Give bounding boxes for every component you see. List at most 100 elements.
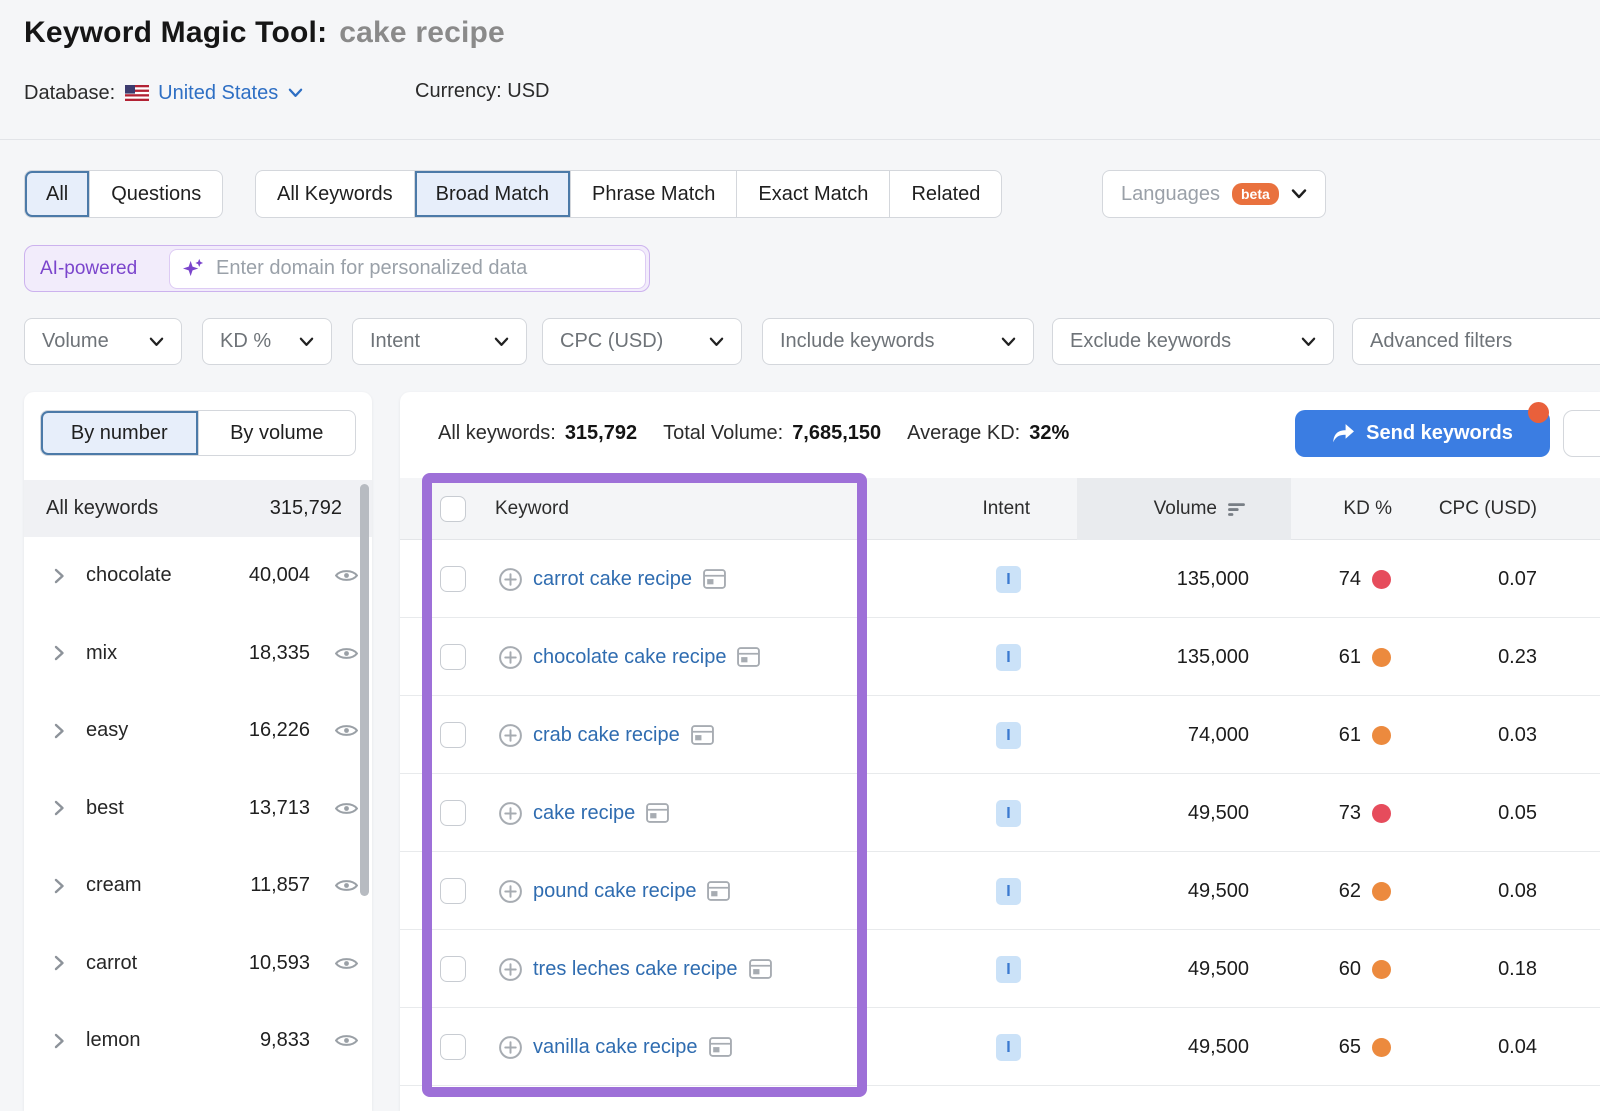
currency-label: Currency: USD: [415, 80, 549, 103]
column-header-keyword[interactable]: Keyword: [495, 478, 569, 540]
add-keyword-icon[interactable]: [498, 1035, 523, 1060]
keyword-link[interactable]: pound cake recipe: [533, 880, 696, 903]
volume-header-label: Volume: [1154, 498, 1217, 520]
sidebar-item-carrot[interactable]: carrot 10,593: [24, 925, 372, 1003]
kd-dot: [1372, 570, 1391, 589]
serp-features-icon[interactable]: [703, 569, 726, 589]
sidebar-item-all-keywords[interactable]: All keywords 315,792: [24, 480, 372, 537]
table-row: tres leches cake recipe I 49,500 60 0.18: [400, 930, 1600, 1008]
eye-icon[interactable]: [335, 877, 358, 894]
secondary-action-button[interactable]: [1563, 410, 1600, 457]
tab-phrase-match[interactable]: Phrase Match: [570, 171, 736, 217]
sidebar-item-easy[interactable]: easy 16,226: [24, 692, 372, 770]
tab-questions[interactable]: Questions: [89, 171, 222, 217]
by-volume-toggle[interactable]: By volume: [198, 411, 356, 455]
intent-badge: I: [996, 722, 1021, 749]
eye-icon[interactable]: [335, 800, 358, 817]
sidebar-scrollbar[interactable]: [360, 484, 369, 896]
add-keyword-icon[interactable]: [498, 723, 523, 748]
chevron-right-icon: [54, 955, 65, 971]
sidebar-item-best[interactable]: best 13,713: [24, 770, 372, 848]
row-checkbox[interactable]: [440, 722, 466, 748]
chevron-right-icon: [54, 568, 65, 584]
exclude-keywords-filter[interactable]: Exclude keywords: [1052, 318, 1334, 365]
select-all-checkbox[interactable]: [440, 496, 466, 522]
group-label: cream: [86, 874, 142, 897]
intent-badge: I: [996, 956, 1021, 983]
keyword-link[interactable]: chocolate cake recipe: [533, 646, 726, 669]
column-header-kd[interactable]: KD %: [1343, 478, 1392, 540]
keyword-link[interactable]: vanilla cake recipe: [533, 1036, 698, 1059]
kd-value: 62: [1333, 880, 1361, 903]
serp-features-icon[interactable]: [707, 881, 730, 901]
advanced-filters-label: Advanced filters: [1370, 330, 1512, 353]
keyword-link[interactable]: carrot cake recipe: [533, 568, 692, 591]
chevron-right-icon: [54, 878, 65, 894]
keyword-link[interactable]: tres leches cake recipe: [533, 958, 738, 981]
tab-all[interactable]: All: [25, 171, 89, 217]
send-keywords-button[interactable]: Send keywords: [1295, 410, 1550, 457]
serp-features-icon[interactable]: [737, 647, 760, 667]
tab-exact-match[interactable]: Exact Match: [736, 171, 889, 217]
page-title-text: Keyword Magic Tool:: [24, 16, 327, 49]
kd-filter[interactable]: KD %: [202, 318, 332, 365]
intent-filter[interactable]: Intent: [352, 318, 527, 365]
database-label: Database:: [24, 82, 115, 105]
cpc-value: 0.07: [1447, 540, 1537, 618]
row-checkbox[interactable]: [440, 878, 466, 904]
add-keyword-icon[interactable]: [498, 879, 523, 904]
table-row: chocolate cake recipe I 135,000 61 0.23: [400, 618, 1600, 696]
volume-value: 49,500: [1089, 852, 1249, 930]
keyword-link[interactable]: crab cake recipe: [533, 724, 680, 747]
serp-features-icon[interactable]: [646, 803, 669, 823]
row-checkbox[interactable]: [440, 956, 466, 982]
column-header-cpc[interactable]: CPC (USD): [1439, 478, 1537, 540]
total-volume-label: Total Volume:: [663, 422, 783, 445]
chevron-down-icon: [1291, 189, 1307, 199]
sidebar-item-chocolate[interactable]: chocolate 40,004: [24, 537, 372, 615]
column-header-intent[interactable]: Intent: [920, 478, 1030, 540]
eye-icon[interactable]: [335, 955, 358, 972]
add-keyword-icon[interactable]: [498, 645, 523, 670]
chevron-down-icon: [1301, 337, 1316, 347]
table-row: pound cake recipe I 49,500 62 0.08: [400, 852, 1600, 930]
kd-value: 65: [1333, 1036, 1361, 1059]
add-keyword-icon[interactable]: [498, 801, 523, 826]
volume-filter[interactable]: Volume: [24, 318, 182, 365]
eye-icon[interactable]: [335, 722, 358, 739]
keyword-link[interactable]: cake recipe: [533, 802, 635, 825]
total-volume-value: 7,685,150: [792, 422, 881, 445]
tab-all-keywords[interactable]: All Keywords: [256, 171, 414, 217]
tab-broad-match[interactable]: Broad Match: [414, 171, 570, 217]
sort-descending-icon: [1226, 501, 1247, 518]
sidebar-item-mix[interactable]: mix 18,335: [24, 615, 372, 693]
include-keywords-filter[interactable]: Include keywords: [762, 318, 1034, 365]
row-checkbox[interactable]: [440, 644, 466, 670]
eye-icon[interactable]: [335, 567, 358, 584]
serp-features-icon[interactable]: [749, 959, 772, 979]
intent-badge: I: [996, 878, 1021, 905]
languages-dropdown[interactable]: Languages beta: [1102, 170, 1326, 218]
kd-value: 61: [1333, 646, 1361, 669]
add-keyword-icon[interactable]: [498, 567, 523, 592]
add-keyword-icon[interactable]: [498, 957, 523, 982]
tab-related[interactable]: Related: [889, 171, 1001, 217]
row-checkbox[interactable]: [440, 566, 466, 592]
row-checkbox[interactable]: [440, 1034, 466, 1060]
eye-icon[interactable]: [335, 1032, 358, 1049]
sidebar-item-lemon[interactable]: lemon 9,833: [24, 1002, 372, 1080]
cpc-filter[interactable]: CPC (USD): [542, 318, 742, 365]
domain-input[interactable]: [216, 257, 633, 280]
serp-features-icon[interactable]: [691, 725, 714, 745]
forward-arrow-icon: [1332, 423, 1355, 444]
table-row: cake recipe I 49,500 73 0.05: [400, 774, 1600, 852]
row-checkbox[interactable]: [440, 800, 466, 826]
eye-icon[interactable]: [335, 645, 358, 662]
sidebar-item-cream[interactable]: cream 11,857: [24, 847, 372, 925]
column-header-volume[interactable]: Volume: [1077, 478, 1291, 540]
advanced-filters-button[interactable]: Advanced filters: [1352, 318, 1600, 365]
kd-dot: [1372, 726, 1391, 745]
database-selector[interactable]: United States: [158, 82, 303, 105]
by-number-toggle[interactable]: By number: [41, 411, 198, 455]
serp-features-icon[interactable]: [709, 1037, 732, 1057]
